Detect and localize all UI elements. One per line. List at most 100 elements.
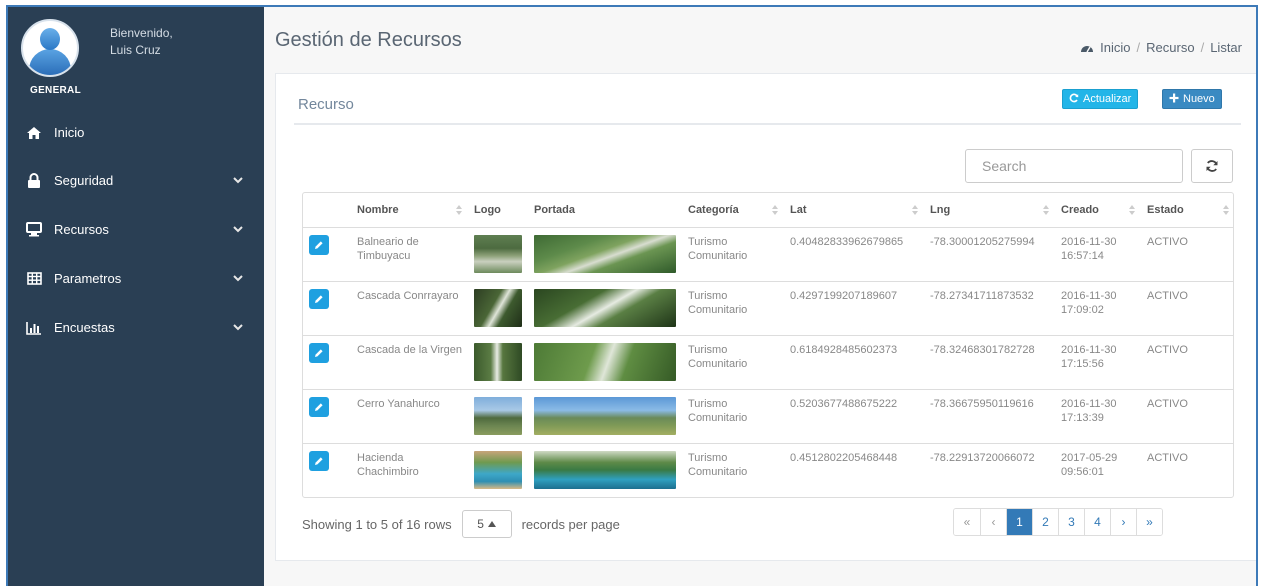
column-header-lng[interactable]: Lng [924, 193, 1055, 228]
sort-icon [456, 205, 462, 215]
logo-image [474, 234, 522, 273]
showing-text: Showing 1 to 5 of 16 rows [302, 516, 452, 532]
cell-creado: 2016-11-30 17:09:02 [1055, 280, 1141, 335]
pencil-icon [315, 240, 323, 249]
page-first-button[interactable]: « [954, 509, 980, 535]
table-row: Cascada Conrrayaro Turismo Comunitario 0… [303, 280, 1233, 335]
cell-lat: 0.40482833962679865 [790, 235, 904, 248]
column-header-logo: Logo [468, 193, 528, 228]
refresh-label: Actualizar [1083, 93, 1132, 105]
cell-creado: 2017-05-29 09:56:01 [1055, 442, 1141, 497]
sidebar-item-recursos[interactable]: Recursos [8, 205, 264, 254]
home-icon [26, 125, 42, 141]
table-header-row: Nombre Logo Portada Categoría Lat Lng Cr… [303, 193, 1233, 228]
sort-icon [1129, 205, 1135, 215]
breadcrumb-separator: / [1136, 40, 1141, 55]
caret-up-icon [487, 521, 496, 527]
sidebar-item-parametros[interactable]: Parametros [8, 254, 264, 303]
cell-categoria: Turismo Comunitario [688, 235, 748, 262]
cover-image [534, 396, 676, 435]
edit-button[interactable] [309, 234, 329, 255]
cell-nombre: Balneario de Timbuyacu [357, 235, 419, 262]
page-size-dropdown[interactable]: 5 [461, 510, 512, 538]
breadcrumb-inicio[interactable]: Inicio [1100, 40, 1130, 55]
edit-button[interactable] [309, 396, 329, 417]
edit-button[interactable] [309, 450, 329, 471]
pagination: « ‹ 1 2 3 4 › » [953, 508, 1163, 536]
dashboard-icon [1081, 45, 1094, 52]
page-button-3[interactable]: 3 [1058, 509, 1084, 535]
sidebar-item-seguridad[interactable]: Seguridad [8, 156, 264, 205]
cell-estado: ACTIVO [1147, 235, 1188, 248]
resource-panel: Recurso Actualizar Nuevo Search Nombre L… [275, 73, 1256, 561]
refresh-icon [1069, 93, 1079, 106]
cell-portada [528, 334, 682, 389]
cover-image [534, 342, 676, 381]
page-button-2[interactable]: 2 [1032, 509, 1058, 535]
cell-portada [528, 388, 682, 443]
cell-creado: 2016-11-30 17:13:39 [1055, 388, 1141, 443]
sort-icon [912, 205, 918, 215]
table-row: Cerro Yanahurco Turismo Comunitario 0.52… [303, 388, 1233, 443]
column-header-lat[interactable]: Lat [784, 193, 924, 228]
sidebar-menu: Inicio Seguridad Recursos Parametros Enc… [8, 109, 264, 352]
cover-image [534, 450, 676, 489]
sidebar: Bienvenido, Luis Cruz GENERAL Inicio Seg… [8, 7, 264, 586]
page-last-button[interactable]: » [1136, 509, 1162, 535]
breadcrumb-separator: / [1200, 40, 1205, 55]
cell-logo [468, 442, 528, 497]
welcome-text: Bienvenido, Luis Cruz [110, 25, 173, 59]
edit-button[interactable] [309, 342, 329, 363]
sidebar-item-label: Parametros [54, 271, 122, 286]
column-header-categoria[interactable]: Categoría [682, 193, 784, 228]
sort-icon [1223, 205, 1229, 215]
cell-estado: ACTIVO [1141, 388, 1233, 443]
column-header-portada: Portada [528, 193, 682, 228]
pager-info: Showing 1 to 5 of 16 rows 5 records per … [302, 510, 620, 538]
profile: Bienvenido, Luis Cruz GENERAL [8, 7, 264, 99]
new-label: Nuevo [1183, 93, 1215, 105]
search-input[interactable] [965, 149, 1183, 183]
lock-icon [26, 172, 42, 189]
page-button-4[interactable]: 4 [1084, 509, 1110, 535]
cell-lat: 0.4297199207189607 [784, 280, 924, 335]
page-button-1[interactable]: 1 [1006, 509, 1032, 535]
cover-image [534, 288, 676, 327]
sort-icon [1043, 205, 1049, 215]
sidebar-item-inicio[interactable]: Inicio [8, 109, 264, 156]
pencil-icon [315, 456, 323, 465]
cell-lng: -78.27341711873532 [924, 280, 1055, 335]
cell-categoria: Turismo Comunitario [682, 442, 784, 497]
page-prev-button[interactable]: ‹ [980, 509, 1006, 535]
monitor-icon [26, 222, 42, 238]
logo-image [474, 342, 522, 381]
logo-image [474, 450, 522, 489]
cell-lat: 0.6184928485602373 [784, 334, 924, 389]
breadcrumb: Inicio / Recurso / Listar [1080, 40, 1242, 55]
column-header-estado[interactable]: Estado [1141, 193, 1233, 228]
cell-nombre: Cerro Yanahurco [351, 388, 468, 443]
table-refresh-button[interactable] [1191, 149, 1233, 183]
logo-image [474, 288, 522, 327]
cell-logo [468, 334, 528, 389]
sort-icon [772, 205, 778, 215]
edit-button[interactable] [309, 288, 329, 309]
cell-categoria: Turismo Comunitario [682, 334, 784, 389]
sidebar-item-encuestas[interactable]: Encuestas [8, 303, 264, 352]
new-button[interactable]: Nuevo [1162, 89, 1222, 109]
column-header-creado[interactable]: Creado [1055, 193, 1141, 228]
cell-lng: -78.36675950119616 [924, 388, 1055, 443]
chevron-down-icon [233, 275, 243, 282]
chevron-down-icon [233, 177, 243, 184]
table-row: Hacienda Chachimbiro Turismo Comunitario… [303, 442, 1233, 497]
column-header-nombre[interactable]: Nombre [351, 193, 468, 228]
cell-estado: ACTIVO [1141, 334, 1233, 389]
cell-portada [528, 280, 682, 335]
refresh-button[interactable]: Actualizar [1062, 89, 1139, 109]
page-next-button[interactable]: › [1110, 509, 1136, 535]
breadcrumb-recurso[interactable]: Recurso [1146, 40, 1194, 55]
records-per-page-label: records per page [521, 516, 620, 532]
resource-table: Nombre Logo Portada Categoría Lat Lng Cr… [302, 192, 1234, 498]
cell-portada [528, 227, 682, 281]
user-role: GENERAL [30, 85, 81, 96]
